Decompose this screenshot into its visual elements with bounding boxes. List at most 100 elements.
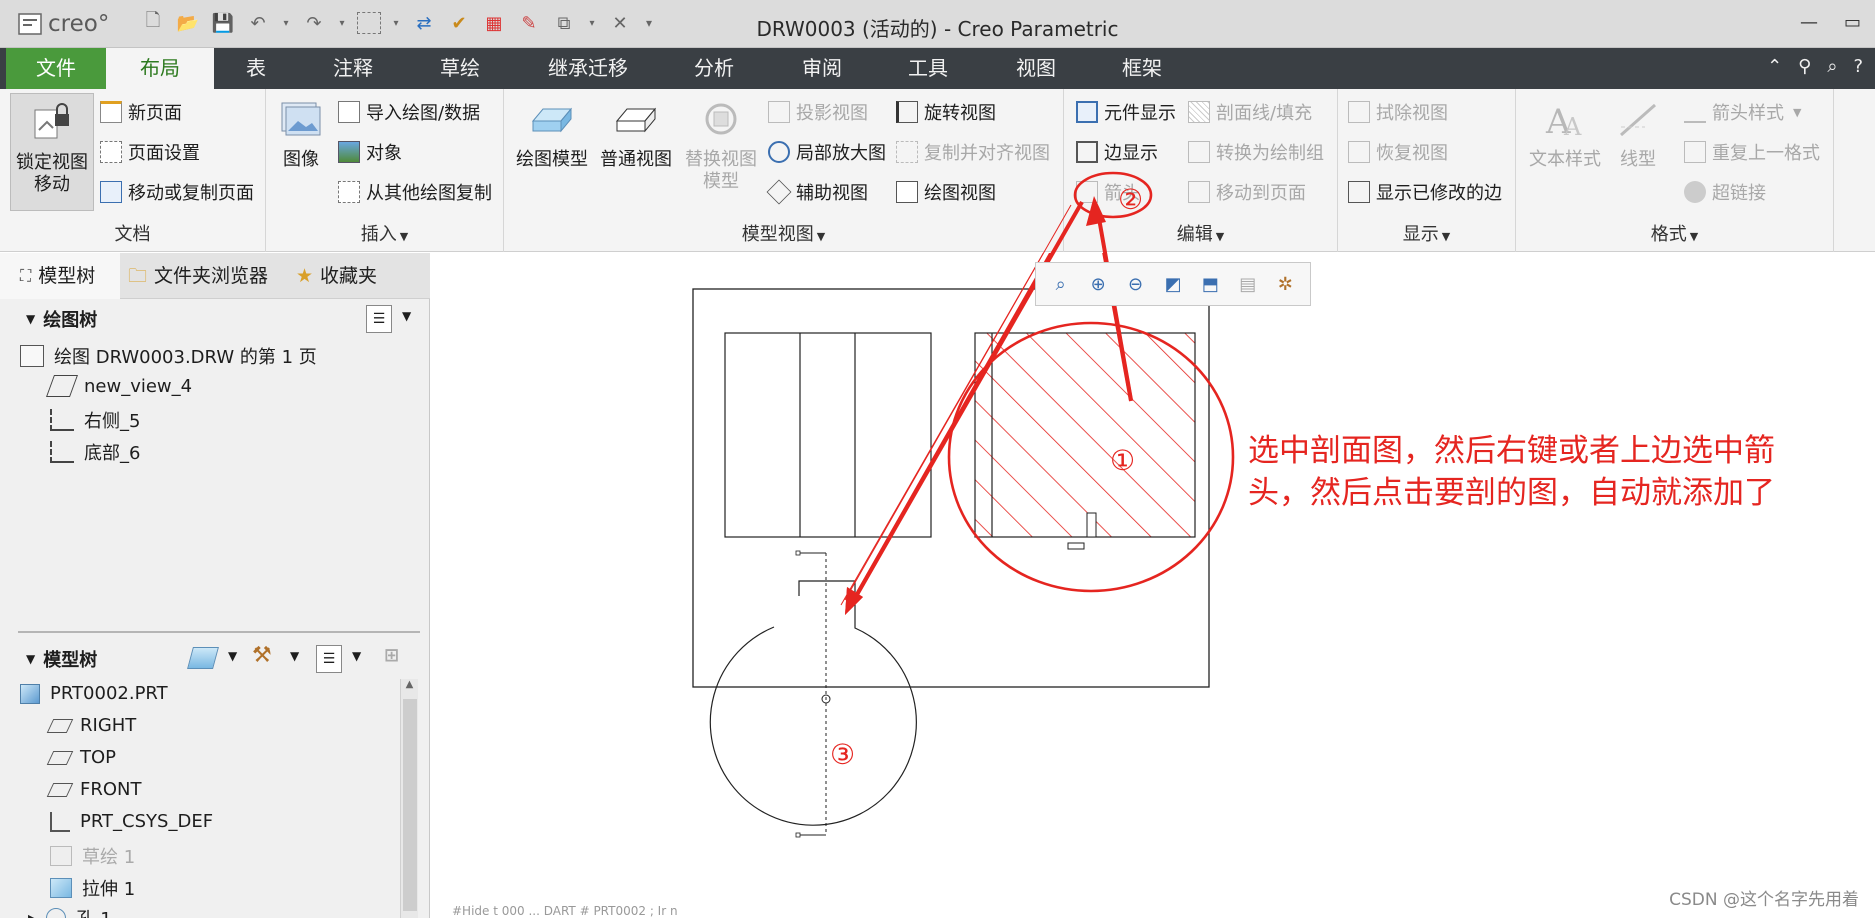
color-appearance-icon[interactable]: ▦ xyxy=(481,10,507,36)
group-format-label[interactable]: 格式 ▼ xyxy=(1516,220,1833,246)
move-to-page-button[interactable]: 移动到页面 xyxy=(1188,179,1306,205)
move-copy-page-button[interactable]: 移动或复制页面 xyxy=(100,179,254,205)
revolved-view-button[interactable]: 旋转视图 xyxy=(896,99,996,125)
collapse-ribbon-icon[interactable]: ⌃ xyxy=(1767,56,1782,77)
redo-icon[interactable]: ↷ xyxy=(301,10,327,36)
help-icon[interactable]: ? xyxy=(1853,56,1863,77)
settings-tools-icon[interactable]: ⚒ xyxy=(252,643,272,668)
panel-splitter[interactable] xyxy=(18,631,420,633)
display-style-icon[interactable]: ⬒ xyxy=(1196,270,1224,298)
model-tree-header[interactable]: ▼ 模型树 ▼ ⚒ ▼ ☰ ▼ ⊞ xyxy=(0,639,430,679)
object-button[interactable]: 对象 xyxy=(338,139,402,165)
scrollbar-thumb[interactable] xyxy=(403,699,417,911)
tree-item-csys[interactable]: PRT_CSYS_DEF xyxy=(50,811,213,832)
tab-annotate[interactable]: 注释 xyxy=(308,48,398,89)
page-setup-button[interactable]: 页面设置 xyxy=(100,139,200,165)
line-style-button[interactable]: 线型 xyxy=(1608,97,1668,171)
repeat-last-format-button[interactable]: 重复上一格式 xyxy=(1684,139,1820,165)
show-modified-edges-button[interactable]: 显示已修改的边 xyxy=(1348,179,1502,205)
show-icon[interactable] xyxy=(187,647,219,669)
import-drawing-button[interactable]: 导入绘图/数据 xyxy=(338,99,480,125)
regenerate-icon[interactable]: ⇄ xyxy=(411,10,437,36)
general-view-button[interactable]: 普通视图 xyxy=(596,97,676,171)
lock-view-movement-button[interactable]: 锁定视图 移动 xyxy=(10,93,94,211)
customize-toolbar-icon[interactable]: ▾ xyxy=(642,10,656,36)
tab-legacy-migration[interactable]: 继承迁移 xyxy=(530,48,646,89)
group-model-views-label[interactable]: 模型视图 ▼ xyxy=(504,220,1063,246)
drawing-model-button[interactable]: 绘图模型 xyxy=(512,97,592,171)
tree-item-datum-plane[interactable]: RIGHT xyxy=(46,715,136,736)
edge-display-button[interactable]: 边显示 xyxy=(1076,139,1158,165)
tab-file[interactable]: 文件 xyxy=(6,48,106,89)
tree-item-drawing-sheet[interactable]: 绘图 DRW0003.DRW 的第 1 页 xyxy=(20,343,317,369)
sheets-icon[interactable]: ▤ xyxy=(1234,270,1262,298)
tab-analysis[interactable]: 分析 xyxy=(668,48,760,89)
tab-folder-browser[interactable]: 🗀 文件夹浏览器 xyxy=(128,253,288,299)
drawing-tree-settings-icon[interactable]: ☰ xyxy=(366,305,392,333)
app-logo[interactable]: creo° xyxy=(18,11,109,37)
convert-to-draft-group-button[interactable]: 转换为绘制组 xyxy=(1188,139,1324,165)
drawing-view-button[interactable]: 绘图视图 xyxy=(896,179,996,205)
tree-scrollbar[interactable]: ▲ xyxy=(400,679,418,918)
search-icon[interactable]: ⚲ xyxy=(1798,56,1811,77)
new-file-icon[interactable]: 🗋 xyxy=(140,10,166,36)
chevron-down-icon[interactable]: ▼ xyxy=(290,649,299,663)
tab-table[interactable]: 表 xyxy=(214,48,298,89)
section-view[interactable] xyxy=(974,332,1196,550)
minimize-icon[interactable]: — xyxy=(1800,12,1818,33)
front-view[interactable] xyxy=(724,332,932,538)
tree-columns-icon[interactable]: ☰ xyxy=(316,645,342,673)
section-fill-button[interactable]: 剖面线/填充 xyxy=(1188,99,1312,125)
tree-item-part[interactable]: PRT0002.PRT xyxy=(20,683,168,704)
tree-item-datum-plane[interactable]: FRONT xyxy=(46,779,142,800)
tree-item-extrude[interactable]: 拉伸 1 xyxy=(50,875,135,901)
tab-view[interactable]: 视图 xyxy=(990,48,1082,89)
drawing-canvas[interactable] xyxy=(431,253,1875,918)
zoom-out-icon[interactable]: ⊖ xyxy=(1122,270,1150,298)
sketch-edit-icon[interactable]: ✎ xyxy=(516,10,542,36)
windows-icon[interactable]: ⧉ xyxy=(551,10,577,36)
tree-item-view[interactable]: 右侧_5 xyxy=(50,407,140,433)
detailed-view-button[interactable]: 局部放大图 xyxy=(768,139,886,165)
group-insert-label[interactable]: 插入 ▼ xyxy=(266,220,503,246)
tree-item-sketch[interactable]: 草绘 1 xyxy=(50,843,135,869)
copy-from-other-drawing-button[interactable]: 从其他绘图复制 xyxy=(338,179,492,205)
group-display-label[interactable]: 显示 ▼ xyxy=(1338,220,1515,246)
zoom-in-icon[interactable]: ⊕ xyxy=(1084,270,1112,298)
replace-view-model-button[interactable]: 替换视图 模型 xyxy=(678,97,764,193)
tab-tools[interactable]: 工具 xyxy=(882,48,974,89)
tree-item-hole[interactable]: ▶ 孔 1 xyxy=(28,905,112,918)
erase-view-button[interactable]: 拭除视图 xyxy=(1348,99,1448,125)
select-box-icon[interactable] xyxy=(357,12,381,34)
chevron-down-icon[interactable]: ▼ xyxy=(228,649,237,663)
image-button[interactable]: 图像 xyxy=(274,97,328,171)
save-icon[interactable]: 💾 xyxy=(210,10,236,36)
redo-dropdown-icon[interactable]: ▾ xyxy=(336,10,348,36)
restore-view-button[interactable]: 恢复视图 xyxy=(1348,139,1448,165)
projection-view-button[interactable]: 投影视图 xyxy=(768,99,868,125)
tab-favorites[interactable]: ★ 收藏夹 xyxy=(296,253,416,299)
scroll-up-icon[interactable]: ▲ xyxy=(401,679,418,690)
datum-display-icon[interactable]: ✲ xyxy=(1271,270,1299,298)
chevron-down-icon[interactable]: ▼ xyxy=(352,649,361,663)
close-window-icon[interactable]: ✕ xyxy=(607,10,633,36)
auxiliary-view-button[interactable]: 辅助视图 xyxy=(766,179,868,205)
tab-layout[interactable]: 布局 xyxy=(106,48,214,89)
hyperlink-button[interactable]: 超链接 xyxy=(1684,179,1766,205)
repaint-icon[interactable]: ◩ xyxy=(1159,270,1187,298)
tab-sketch[interactable]: 草绘 xyxy=(412,48,508,89)
bottom-view[interactable] xyxy=(709,550,917,838)
command-search-icon[interactable]: ⌕ xyxy=(1827,56,1837,77)
copy-align-view-button[interactable]: 复制并对齐视图 xyxy=(896,139,1050,165)
tab-review[interactable]: 审阅 xyxy=(776,48,868,89)
refit-icon[interactable]: ⌕ xyxy=(1047,270,1075,298)
windows-dropdown-icon[interactable]: ▾ xyxy=(586,10,598,36)
tree-item-view[interactable]: new_view_4 xyxy=(45,375,192,397)
filter-tree-icon[interactable]: ⊞ xyxy=(384,645,399,666)
select-dropdown-icon[interactable]: ▾ xyxy=(390,10,402,36)
component-display-button[interactable]: 元件显示 xyxy=(1076,99,1176,125)
tab-model-tree[interactable]: ⛶ 模型树 xyxy=(0,253,120,299)
undo-icon[interactable]: ↶ xyxy=(245,10,271,36)
text-style-button[interactable]: AA 文本样式 xyxy=(1522,97,1608,171)
new-page-button[interactable]: 新页面 xyxy=(100,99,182,125)
